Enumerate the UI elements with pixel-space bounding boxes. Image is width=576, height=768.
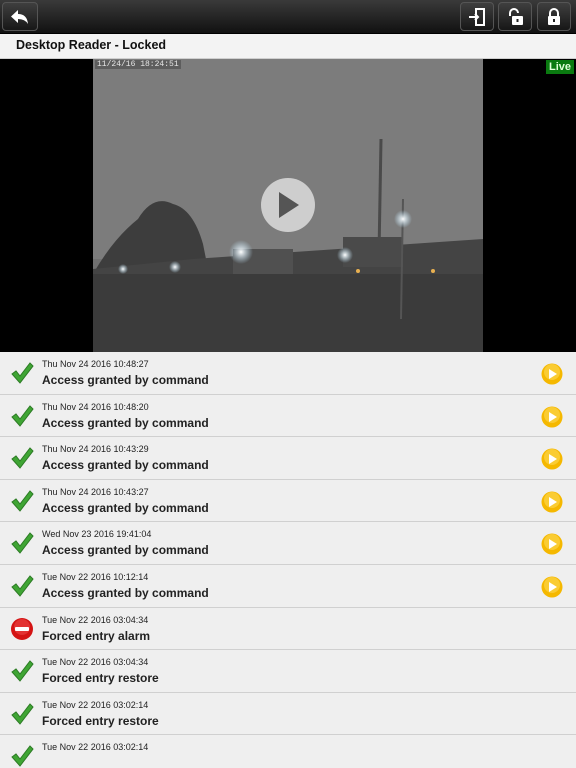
check-mark-icon (10, 659, 34, 683)
play-icon (279, 192, 299, 218)
unlock-button[interactable] (498, 2, 532, 31)
check-mark-icon (10, 702, 34, 726)
event-date: Thu Nov 24 2016 10:48:27 (42, 359, 149, 369)
play-clip-button[interactable] (541, 448, 563, 470)
check-mark-icon (10, 446, 34, 470)
live-badge: Live (545, 60, 574, 74)
event-description: Access granted by command (42, 500, 209, 515)
check-mark-icon (10, 574, 34, 598)
event-description: Forced entry restore (42, 713, 159, 728)
camera-timestamp: 11/24/16 18:24:51 (95, 60, 181, 69)
video-player[interactable]: 11/24/16 18:24:51 Live (0, 59, 576, 352)
play-clip-button[interactable] (541, 576, 563, 598)
play-button[interactable] (261, 178, 315, 232)
check-mark-icon (10, 531, 34, 555)
play-clip-button[interactable] (541, 363, 563, 385)
back-arrow-icon (11, 9, 28, 24)
event-description: Access granted by command (42, 543, 209, 558)
play-clip-button[interactable] (541, 491, 563, 513)
unlock-icon (509, 7, 523, 25)
event-date: Tue Nov 22 2016 10:12:14 (42, 571, 149, 582)
event-row[interactable]: Thu Nov 24 2016 10:48:20 Access granted b… (0, 394, 576, 438)
event-row[interactable]: Tue Nov 22 2016 03:04:34 Forced entry res… (0, 650, 576, 693)
play-circle-icon (541, 533, 563, 555)
event-description: Forced entry restore (42, 671, 159, 686)
event-description: Access granted by command (42, 415, 209, 430)
page-title: Desktop Reader - Locked (16, 38, 167, 52)
event-description: Access granted by command (42, 373, 209, 387)
event-date: Tue Nov 22 2016 03:04:34 (42, 657, 149, 668)
lock-icon (548, 7, 560, 25)
check-mark-icon (10, 361, 34, 385)
event-row[interactable]: Tue Nov 22 2016 03:02:14 (0, 735, 576, 768)
event-date: Tue Nov 22 2016 03:02:14 (42, 699, 149, 710)
check-mark-icon (10, 744, 34, 768)
play-circle-icon (541, 576, 563, 598)
play-circle-icon (541, 363, 563, 385)
check-mark-icon (10, 404, 34, 428)
toolbar (0, 0, 576, 34)
check-mark-icon (10, 489, 34, 513)
exit-door-button[interactable] (460, 2, 494, 31)
play-clip-button[interactable] (541, 406, 563, 428)
event-description: Forced entry alarm (42, 628, 151, 643)
event-row[interactable]: Thu Nov 24 2016 10:43:27 Access granted b… (0, 479, 576, 523)
camera-feed: 11/24/16 18:24:51 (93, 59, 483, 352)
event-date: Thu Nov 24 2016 10:48:20 (42, 401, 149, 412)
play-circle-icon (541, 406, 563, 428)
event-row[interactable]: Wed Nov 23 2016 19:41:04 Access granted b… (0, 522, 576, 565)
event-row[interactable]: Tue Nov 22 2016 10:12:14 Access granted b… (0, 564, 576, 608)
title-bar: Desktop Reader - Locked (0, 34, 576, 59)
back-button[interactable] (2, 2, 38, 31)
play-clip-button[interactable] (541, 533, 563, 555)
event-row[interactable]: Thu Nov 24 2016 10:48:27 Access granted b… (0, 352, 576, 395)
play-circle-icon (541, 448, 563, 470)
play-circle-icon (541, 491, 563, 513)
lock-button[interactable] (537, 2, 571, 31)
event-row[interactable]: Tue Nov 22 2016 03:04:34 Forced entry ala… (0, 607, 576, 651)
event-description: Access granted by command (42, 585, 209, 600)
alarm-stop-icon (10, 617, 34, 641)
event-date: Thu Nov 24 2016 10:43:29 (42, 444, 149, 455)
event-row[interactable]: Thu Nov 24 2016 10:43:29 Access granted b… (0, 437, 576, 480)
door-exit-icon (469, 7, 485, 26)
event-date: Thu Nov 24 2016 10:43:27 (42, 486, 149, 497)
event-description: Access granted by command (42, 458, 209, 473)
event-date: Tue Nov 22 2016 03:04:34 (42, 614, 149, 625)
event-list: Thu Nov 24 2016 10:48:27 Access granted b… (0, 352, 576, 768)
event-date: Tue Nov 22 2016 03:02:14 (42, 742, 149, 753)
event-row[interactable]: Tue Nov 22 2016 03:02:14 Forced entry res… (0, 692, 576, 736)
event-date: Wed Nov 23 2016 19:41:04 (42, 529, 152, 540)
